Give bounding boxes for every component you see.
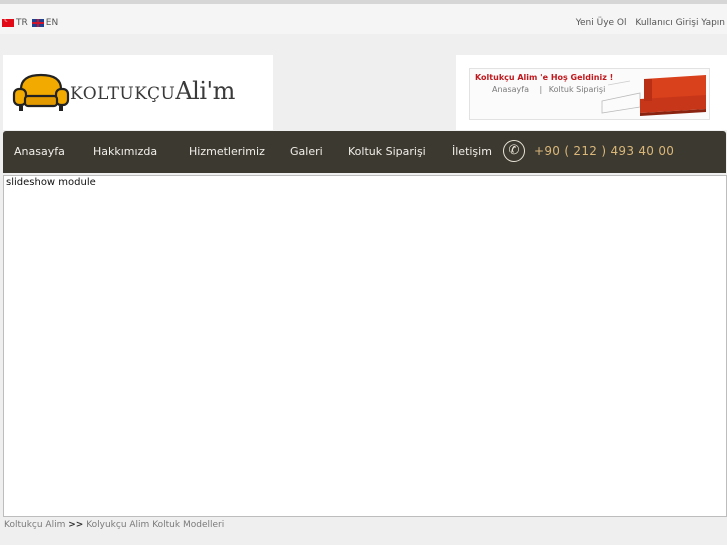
armchair-icon	[12, 73, 70, 111]
nav-item-services[interactable]: Hizmetlerimiz	[189, 145, 265, 158]
lang-tr-link[interactable]: TR	[16, 18, 28, 28]
nav-item-contact[interactable]: İletişim	[452, 145, 492, 158]
breadcrumb-current: Kolyukçu Alim Koltuk Modelleri	[86, 520, 225, 530]
welcome-order-link[interactable]: Koltuk Siparişi	[549, 85, 606, 94]
welcome-panel: Koltukçu Alim 'e Hoş Geldiniz ! Anasayfa…	[469, 68, 710, 120]
logo[interactable]: KoltukçuAli'm	[3, 55, 273, 130]
logo-text-name: Ali'm	[175, 77, 235, 105]
top-bar: TR EN Yeni Üye Ol Kullanıcı Girişi Yapın	[0, 4, 727, 34]
nav-item-home[interactable]: Anasayfa	[14, 145, 65, 158]
account-links: Yeni Üye Ol Kullanıcı Girişi Yapın	[570, 18, 725, 28]
lang-en-link[interactable]: EN	[46, 18, 58, 28]
logo-text: KoltukçuAli'm	[70, 77, 235, 105]
welcome-box: Koltukçu Alim 'e Hoş Geldiniz ! Anasayfa…	[456, 55, 727, 130]
welcome-title: Koltukçu Alim 'e Hoş Geldiniz !	[475, 73, 614, 82]
logo-text-main: Koltukçu	[70, 84, 176, 104]
sofa-image	[601, 75, 706, 116]
slideshow-area: slideshow module	[3, 175, 727, 517]
welcome-links: Anasayfa | Koltuk Siparişi	[492, 85, 605, 94]
welcome-home-link[interactable]: Anasayfa	[492, 85, 529, 94]
nav-item-order[interactable]: Koltuk Siparişi	[348, 145, 426, 158]
slideshow-placeholder: slideshow module	[6, 177, 96, 188]
register-link[interactable]: Yeni Üye Ol	[576, 18, 627, 28]
login-link[interactable]: Kullanıcı Girişi Yapın	[635, 18, 725, 28]
phone-icon: ✆	[503, 140, 525, 162]
uk-flag-icon[interactable]	[31, 19, 44, 27]
nav-item-gallery[interactable]: Galeri	[290, 145, 323, 158]
nav-item-about[interactable]: Hakkımızda	[93, 145, 157, 158]
language-switcher: TR EN	[2, 16, 58, 28]
breadcrumb-root[interactable]: Koltukçu Alim	[4, 520, 65, 530]
main-navigation: Anasayfa Hakkımızda Hizmetlerimiz Galeri…	[3, 131, 726, 173]
welcome-links-divider: |	[539, 85, 543, 94]
breadcrumb-separator: >>	[68, 520, 84, 530]
phone-number[interactable]: +90 ( 212 ) 493 40 00	[534, 144, 674, 158]
breadcrumb: Koltukçu Alim >> Kolyukçu Alim Koltuk Mo…	[4, 520, 224, 530]
turkey-flag-icon[interactable]	[2, 16, 14, 27]
